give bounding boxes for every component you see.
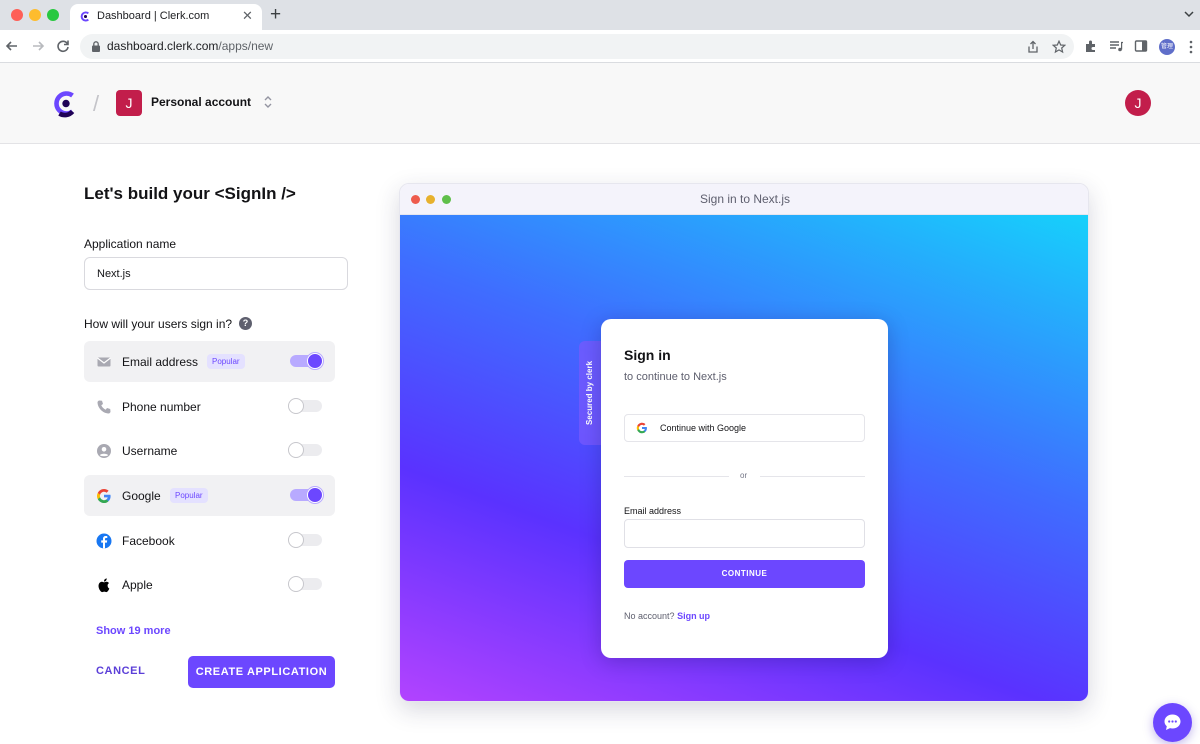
back-arrow-icon[interactable]	[4, 38, 20, 54]
window-minimize-button[interactable]	[29, 9, 41, 21]
browser-toolbar: dashboard.clerk.com/apps/new 管理	[0, 30, 1200, 63]
signin-option-email[interactable]: Email address Popular	[84, 341, 335, 382]
signin-card-title: Sign in	[624, 347, 671, 363]
side-panel-icon[interactable]	[1134, 39, 1148, 53]
toggle-knob	[288, 532, 304, 548]
new-tab-icon[interactable]: +	[270, 4, 281, 26]
signin-card-subtitle: to continue to Next.js	[624, 371, 727, 383]
support-chat-button[interactable]	[1153, 703, 1192, 742]
browser-menu-icon[interactable]	[1187, 39, 1195, 55]
preview-window-title: Sign in to Next.js	[699, 192, 791, 206]
google-icon	[636, 422, 647, 434]
url-host: dashboard.clerk.com	[107, 39, 219, 53]
signin-option-label: Apple	[122, 578, 153, 592]
signin-methods-label: How will your users sign in?	[84, 317, 233, 331]
secured-by-brand: clerk	[585, 360, 594, 380]
extensions-icon[interactable]	[1084, 39, 1098, 53]
signin-preview-window: Sign in to Next.js Secured by clerk Sign…	[399, 183, 1089, 702]
toggle-knob	[288, 442, 304, 458]
phone-icon	[97, 400, 111, 414]
or-divider-text: or	[740, 471, 748, 480]
signin-card: Sign in to continue to Next.js Continue …	[601, 319, 888, 658]
address-bar[interactable]: dashboard.clerk.com/apps/new	[80, 34, 1074, 59]
username-toggle[interactable]	[288, 442, 322, 458]
app-name-input[interactable]	[84, 257, 348, 290]
no-account-text: No account? Sign up	[624, 611, 710, 621]
phone-toggle[interactable]	[288, 398, 322, 414]
tab-close-icon[interactable]: ✕	[242, 8, 253, 24]
signin-option-label: Google	[122, 489, 161, 503]
apple-icon	[98, 578, 110, 593]
continue-with-google-label: Continue with Google	[660, 423, 747, 433]
signin-option-label: Email address	[122, 355, 199, 369]
facebook-icon	[96, 533, 112, 549]
signin-option-label: Facebook	[122, 534, 175, 548]
popular-badge: Popular	[170, 488, 208, 503]
clerk-favicon-icon	[79, 10, 92, 23]
page-title: Let's build your <SignIn />	[84, 184, 296, 203]
browser-tab-bar: Dashboard | Clerk.com ✕ +	[0, 0, 1200, 30]
user-icon	[97, 444, 111, 458]
continue-with-google-button[interactable]: Continue with Google	[624, 414, 865, 442]
url-path: /apps/new	[218, 39, 274, 53]
divider-right	[760, 476, 865, 477]
facebook-toggle[interactable]	[288, 532, 322, 548]
divider-left	[624, 476, 729, 477]
mail-icon	[97, 357, 111, 367]
help-icon[interactable]: ?	[239, 317, 252, 330]
toggle-knob	[288, 576, 304, 592]
url-text: dashboard.clerk.com/apps/new	[107, 39, 273, 53]
tab-search-chevron-icon[interactable]	[1183, 8, 1195, 20]
secured-by-text: Secured by clerk	[579, 341, 601, 445]
chat-bubble-icon	[1164, 714, 1181, 730]
toggle-knob	[288, 398, 304, 414]
app-header: / J Personal account J	[0, 63, 1200, 144]
sign-up-link[interactable]: Sign up	[677, 611, 710, 621]
breadcrumb-separator: /	[93, 91, 100, 116]
user-avatar[interactable]: J	[1125, 90, 1151, 116]
secured-by-label: Secured by	[585, 381, 594, 426]
signin-option-phone[interactable]: Phone number	[84, 386, 335, 427]
org-name[interactable]: Personal account	[151, 95, 251, 109]
preview-background: Secured by clerk Sign in to continue to …	[400, 215, 1088, 701]
show-more-link[interactable]: Show 19 more	[96, 625, 171, 637]
apple-toggle[interactable]	[288, 576, 322, 592]
org-switcher-chevron-icon[interactable]	[263, 94, 273, 110]
browser-profile-avatar[interactable]: 管理	[1159, 39, 1175, 55]
app-name-label: Application name	[84, 237, 177, 251]
signin-option-apple[interactable]: Apple	[84, 564, 335, 605]
window-close-button[interactable]	[11, 9, 23, 21]
email-address-input[interactable]	[624, 519, 865, 548]
email-address-label: Email address	[624, 506, 682, 516]
org-avatar[interactable]: J	[116, 90, 142, 116]
create-application-button[interactable]: CREATE APPLICATION	[188, 656, 335, 688]
popular-badge: Popular	[207, 354, 245, 369]
clerk-logo-icon[interactable]	[53, 89, 79, 118]
signin-option-label: Username	[122, 444, 178, 458]
window-zoom-button[interactable]	[47, 9, 59, 21]
toggle-knob	[307, 353, 323, 369]
signin-option-username[interactable]: Username	[84, 430, 335, 471]
secured-by-clerk-badge: Secured by clerk	[579, 341, 601, 445]
browser-tab[interactable]: Dashboard | Clerk.com ✕	[70, 4, 262, 30]
share-icon[interactable]	[1026, 40, 1040, 54]
lock-icon	[92, 41, 100, 52]
toggle-knob	[307, 487, 323, 503]
forward-arrow-icon[interactable]	[30, 38, 46, 54]
bookmark-star-icon[interactable]	[1052, 40, 1066, 54]
preview-title-bar: Sign in to Next.js	[400, 184, 1088, 215]
signin-option-google[interactable]: Google Popular	[84, 475, 335, 516]
cancel-button[interactable]: CANCEL	[96, 665, 145, 677]
email-toggle[interactable]	[290, 353, 323, 369]
google-icon	[97, 489, 111, 503]
reload-icon[interactable]	[55, 38, 71, 54]
signin-option-label: Phone number	[122, 400, 201, 414]
google-toggle[interactable]	[290, 487, 323, 503]
continue-button[interactable]: CONTINUE	[624, 560, 865, 588]
signin-option-facebook[interactable]: Facebook	[84, 520, 335, 561]
no-account-label: No account?	[624, 611, 675, 621]
media-queue-icon[interactable]	[1109, 39, 1123, 53]
tab-title: Dashboard | Clerk.com	[97, 10, 210, 22]
